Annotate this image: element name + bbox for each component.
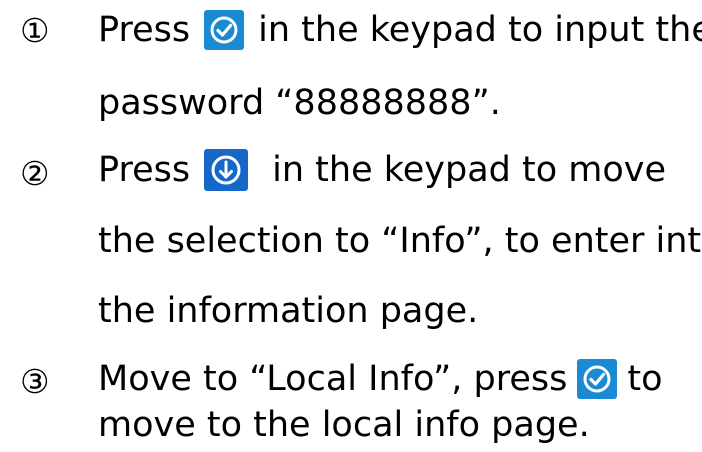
step-2-line-3: the information page.	[98, 291, 478, 331]
step-3-line-2: move to the local info page.	[98, 405, 590, 445]
step-1-text-after: in the keypad to input the	[258, 9, 702, 50]
arrow-down-circle-icon	[211, 155, 241, 185]
step-3-local-info-text: move to the local info page.	[98, 404, 590, 445]
step-number-1: ①	[20, 11, 50, 50]
step-2-selection-text: the selection to “Info”, to enter into	[98, 220, 702, 261]
check-circle-icon	[583, 365, 611, 393]
step-1-text-before: Press	[98, 9, 191, 50]
check-circle-icon	[210, 16, 238, 44]
step-number-3: ③	[20, 362, 50, 401]
step-1-password-text: password “88888888”.	[98, 82, 501, 123]
step-1-line-1: Press in the keypad to input the	[98, 8, 702, 52]
step-2-line-1: Press in the keypad to move	[98, 148, 666, 192]
step-3-text-after: to	[627, 358, 663, 399]
step-2-line-2: the selection to “Info”, to enter into	[98, 221, 702, 261]
confirm-key-icon	[204, 10, 245, 50]
step-1-line-2: password “88888888”.	[98, 83, 501, 123]
down-key-icon	[204, 149, 249, 191]
step-2-page-text: the information page.	[98, 290, 479, 331]
confirm-key-icon	[577, 359, 618, 399]
step-2-text-after: in the keypad to move	[272, 149, 667, 190]
step-number-2: ②	[20, 154, 50, 193]
step-3-text-before: Move to “Local Info”, press	[98, 358, 568, 399]
step-3-line-1: Move to “Local Info”, press to	[98, 357, 663, 401]
step-2-text-before: Press	[98, 149, 191, 190]
